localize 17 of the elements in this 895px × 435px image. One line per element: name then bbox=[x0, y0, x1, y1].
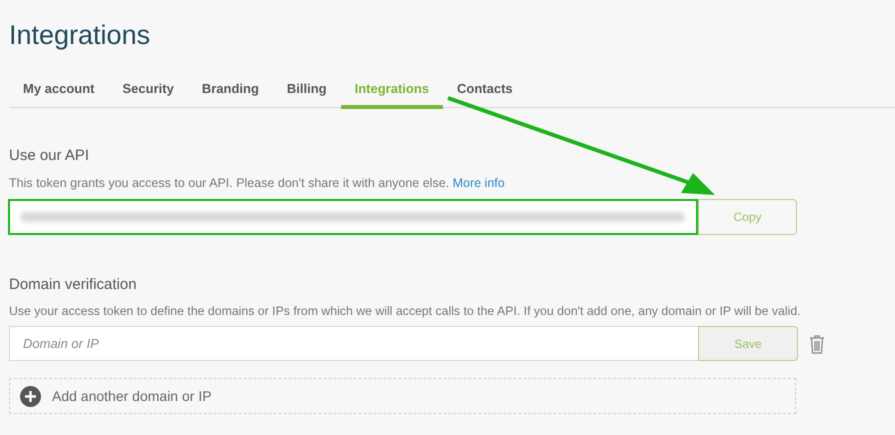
description: This token grants you access to our API. Please don't share it with anyone else. More info bbox=[9, 175, 506, 192]
plus-circle-icon bbox=[20, 386, 41, 406]
section-heading: Use our API bbox=[9, 146, 90, 166]
domain-input[interactable]: Domain or IP bbox=[9, 326, 698, 361]
tab[interactable]: My account bbox=[9, 69, 109, 109]
tab[interactable]: Branding bbox=[188, 69, 273, 109]
tab[interactable]: Security bbox=[108, 69, 188, 109]
add-domain-row[interactable]: Add another domain or IP bbox=[9, 378, 796, 414]
section-heading: Domain verification bbox=[9, 275, 138, 295]
token-field[interactable] bbox=[8, 199, 698, 235]
tab[interactable]: Billing bbox=[272, 69, 341, 109]
page-title: Integrations bbox=[9, 19, 152, 52]
more-info-link[interactable]: More info bbox=[452, 176, 505, 190]
description: Use your access token to define the domains or IPs from which we will accept calls to the API. If you don't add one, any domain or IP will be valid. bbox=[9, 303, 802, 320]
tab[interactable]: Contacts bbox=[443, 69, 527, 109]
add-domain-label: Add another domain or IP bbox=[52, 386, 212, 406]
trash-icon[interactable] bbox=[809, 334, 825, 354]
